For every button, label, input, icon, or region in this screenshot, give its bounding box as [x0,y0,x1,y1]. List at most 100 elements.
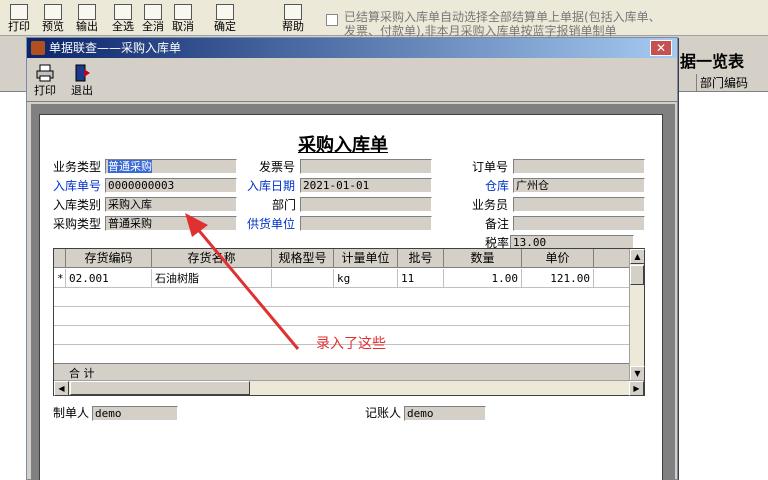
field-in-date[interactable]: 2021-01-01 [300,178,432,193]
label-biz-type: 业务类型 [53,160,102,174]
label-salesman: 业务员 [472,198,509,212]
bg-page-heading: 据一览表 [680,52,745,71]
arrow-left-icon: ◀ [58,384,65,393]
cell-code[interactable]: 02.001 [66,269,152,288]
field-purchase-type[interactable]: 普通采购 [105,216,237,231]
auto-select-checkbox[interactable] [326,14,338,26]
voucher-query-dialog: 单据联查——采购入库单 ✕ 打印 退出 采购入库单 业务类型 普通采购 发票号 … [26,37,678,480]
total-row: 合 计 [54,363,630,381]
bg-confirm-button[interactable]: 确定 [210,2,240,34]
close-button[interactable]: ✕ [650,40,672,56]
form-title: 采购入库单 [298,135,388,156]
cell-qty[interactable]: 1.00 [444,269,522,288]
label-warehouse: 仓库 [485,179,510,193]
scroll-left-button[interactable]: ◀ [54,381,69,396]
bg-print-button[interactable]: 打印 [4,2,34,34]
grid-col-price[interactable]: 单价 [522,249,594,268]
cell-price[interactable]: 121.00 [522,269,594,288]
annotation-text: 录入了这些 [316,336,386,352]
grid-col-marker [54,249,66,268]
grid-col-more[interactable] [594,249,630,268]
grid-header: 存货编码 存货名称 规格型号 计量单位 批号 数量 单价 [54,249,630,268]
field-supplier[interactable] [300,216,432,231]
items-grid: 存货编码 存货名称 规格型号 计量单位 批号 数量 单价 * 02.001 石油… [53,248,645,396]
grid-col-unit[interactable]: 计量单位 [334,249,398,268]
grid-col-qty[interactable]: 数量 [444,249,522,268]
arrow-up-icon: ▲ [634,252,641,261]
printer-icon [36,64,54,82]
cancel-icon [174,4,192,20]
bg-export-button[interactable]: 输出 [72,2,102,34]
cell-name[interactable]: 石油树脂 [152,269,272,288]
horizontal-scroll-thumb[interactable] [70,381,250,395]
app-icon [31,41,45,55]
scroll-down-button[interactable]: ▼ [630,366,645,381]
label-in-no: 入库单号 [53,179,102,193]
bg-cancel-button[interactable]: 取消 [168,2,198,34]
field-invoice-no[interactable] [300,159,432,174]
grid-col-name[interactable]: 存货名称 [152,249,272,268]
arrow-right-icon: ▶ [633,384,640,393]
cell-more[interactable] [594,269,630,288]
label-purchase-type: 采购类型 [53,217,102,231]
select-all-icon [114,4,132,20]
label-invoice-no: 发票号 [259,160,296,174]
print-button[interactable]: 打印 [30,62,60,98]
auto-select-note: 已结算采购入库单自动选择全部结算单上单据(包括入库单、发票、付款单),非本月采购… [344,10,661,38]
field-remark[interactable] [513,216,645,231]
bg-deselect-all-button[interactable]: 全消 [138,2,168,34]
dialog-toolbar: 打印 退出 [27,58,677,102]
printer-icon [10,4,28,20]
bg-preview-button[interactable]: 预览 [38,2,68,34]
field-biz-type[interactable]: 普通采购 [105,159,237,174]
label-bookkeeper: 记账人 [365,406,402,420]
label-order-no: 订单号 [472,160,509,174]
grid-col-spec[interactable]: 规格型号 [272,249,334,268]
label-in-date: 入库日期 [247,179,296,193]
bg-select-all-button[interactable]: 全选 [108,2,138,34]
row-marker: * [54,269,66,288]
grid-col-batch[interactable]: 批号 [398,249,444,268]
exit-button[interactable]: 退出 [67,62,97,98]
grid-horizontal-scrollbar[interactable]: ◀ ▶ [54,380,644,396]
purchase-receipt-form: 采购入库单 业务类型 普通采购 发票号 订单号 入库单号 0000000003 … [39,114,663,480]
exit-door-icon [75,64,90,82]
label-maker: 制单人 [53,406,90,420]
dialog-titlebar[interactable]: 单据联查——采购入库单 ✕ [27,38,677,58]
cell-batch[interactable]: 11 [398,269,444,288]
bg-col-dept: 部门编码 [696,74,768,92]
exit-label: 退出 [71,84,93,97]
confirm-icon [216,4,234,20]
vertical-scroll-thumb[interactable] [630,265,644,285]
field-salesman[interactable] [513,197,645,212]
field-in-category[interactable]: 采购入库 [105,197,237,212]
field-order-no[interactable] [513,159,645,174]
grid-col-code[interactable]: 存货编码 [66,249,152,268]
preview-icon [44,4,62,20]
field-in-no[interactable]: 0000000003 [105,178,237,193]
table-row[interactable]: * 02.001 石油树脂 kg 11 1.00 121.00 [54,269,630,288]
bg-help-button[interactable]: 帮助 [278,2,308,34]
arrow-down-icon: ▼ [634,369,641,378]
voucher-view-area: 采购入库单 业务类型 普通采购 发票号 订单号 入库单号 0000000003 … [31,104,675,480]
cell-spec[interactable] [272,269,334,288]
table-row[interactable] [54,307,630,326]
field-warehouse[interactable]: 广州仓 [513,178,645,193]
export-icon [78,4,96,20]
grid-vertical-scrollbar[interactable]: ▲ ▼ [629,249,645,381]
label-remark: 备注 [485,217,510,231]
label-supplier: 供货单位 [247,217,296,231]
field-bookkeeper[interactable]: demo [404,406,486,421]
dialog-title: 单据联查——采购入库单 [49,41,182,55]
close-icon: ✕ [655,41,667,55]
scroll-up-button[interactable]: ▲ [630,249,645,264]
help-icon [284,4,302,20]
field-maker[interactable]: demo [92,406,178,421]
scroll-right-button[interactable]: ▶ [629,381,644,396]
cell-unit[interactable]: kg [334,269,398,288]
field-dept[interactable] [300,197,432,212]
label-in-category: 入库类别 [53,198,102,212]
table-row[interactable] [54,288,630,307]
print-label: 打印 [34,84,56,97]
deselect-all-icon [144,4,162,20]
